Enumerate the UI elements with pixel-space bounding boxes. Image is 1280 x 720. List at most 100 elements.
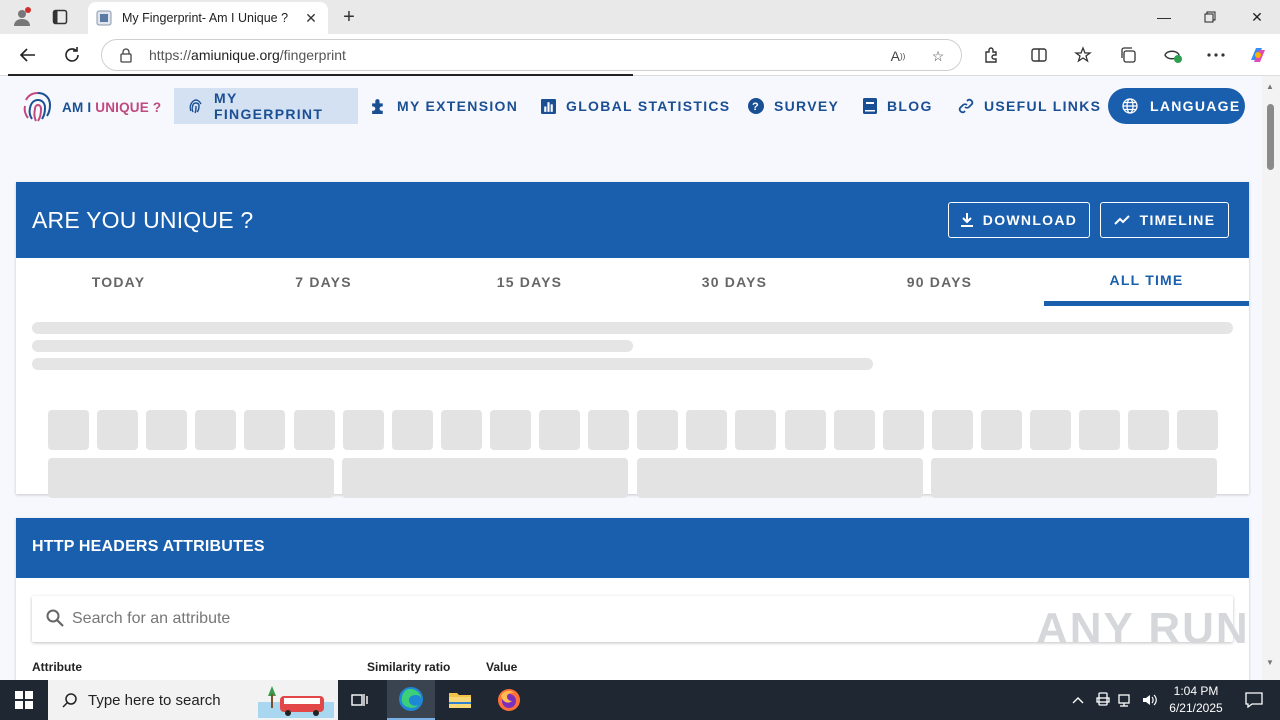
volume-icon[interactable] — [1140, 690, 1160, 710]
scroll-down-arrow-icon[interactable]: ▼ — [1266, 658, 1274, 667]
tab-7-days[interactable]: 7 DAYS — [221, 258, 426, 306]
card-header: ARE YOU UNIQUE ? DOWNLOAD TIMELINE — [16, 182, 1249, 258]
close-window-icon[interactable]: ✕ — [1234, 0, 1280, 34]
search-placeholder: Search for an attribute — [72, 610, 231, 627]
skeleton-square — [882, 410, 924, 450]
back-icon[interactable] — [14, 42, 42, 68]
help-circle-icon: ? — [748, 98, 764, 114]
column-header-attribute[interactable]: Attribute — [32, 660, 82, 674]
start-windows-icon[interactable] — [0, 680, 48, 720]
link-icon — [958, 98, 974, 114]
site-favicon-icon — [96, 10, 112, 26]
page-scrollbar[interactable]: ▲ ▼ — [1262, 76, 1280, 680]
tab-close-icon[interactable]: ✕ — [302, 10, 320, 27]
book-icon — [863, 98, 877, 114]
skeleton-square — [735, 410, 777, 450]
column-header-similarity[interactable]: Similarity ratio — [367, 660, 450, 674]
skeleton-block — [637, 458, 923, 498]
card-header: HTTP HEADERS ATTRIBUTES — [16, 518, 1249, 578]
skeleton-square — [637, 410, 679, 450]
taskbar-search-box[interactable]: Type here to search — [48, 680, 338, 720]
skeleton-square — [686, 410, 728, 450]
search-icon — [62, 692, 78, 708]
tray-chevron-up-icon[interactable] — [1068, 690, 1088, 710]
nav-label: USEFUL LINKS — [984, 98, 1102, 114]
skeleton-line — [32, 340, 633, 352]
clock-date: 6/21/2025 — [1169, 701, 1223, 715]
browser-tab-active[interactable]: My Fingerprint- Am I Unique ? ✕ — [88, 2, 328, 34]
column-header-value[interactable]: Value — [486, 660, 517, 674]
skeleton-square — [48, 410, 89, 450]
skeleton-square — [931, 410, 973, 450]
browser-tab-strip: My Fingerprint- Am I Unique ? ✕ + — ✕ — [0, 0, 1280, 34]
firefox-icon[interactable] — [485, 680, 533, 720]
tab-90-days[interactable]: 90 DAYS — [837, 258, 1042, 306]
puzzle-icon — [370, 98, 387, 115]
nav-label: MY FINGERPRINT — [214, 90, 324, 122]
period-tabs: TODAY 7 DAYS 15 DAYS 30 DAYS 90 DAYS ALL… — [16, 258, 1249, 306]
address-bar[interactable]: https://amiunique.org/fingerprint A)) ☆ — [101, 39, 962, 71]
fingerprint-icon — [188, 98, 204, 114]
nav-label: MY EXTENSION — [397, 98, 519, 114]
tab-actions-icon[interactable] — [48, 6, 72, 28]
card-title: ARE YOU UNIQUE ? — [32, 207, 254, 233]
favorite-star-icon[interactable]: ☆ — [928, 46, 948, 66]
tab-all-time[interactable]: ALL TIME — [1044, 258, 1249, 306]
extensions-icon[interactable] — [979, 43, 1003, 67]
nav-blog[interactable]: BLOG — [849, 88, 947, 124]
nav-useful-links[interactable]: USEFUL LINKS — [944, 88, 1115, 124]
collections-icon[interactable] — [1116, 43, 1140, 67]
timeline-button[interactable]: TIMELINE — [1100, 202, 1229, 238]
split-screen-icon[interactable] — [1027, 43, 1051, 67]
skeleton-square — [1079, 410, 1121, 450]
refresh-icon[interactable] — [58, 42, 86, 68]
scroll-up-arrow-icon[interactable]: ▲ — [1266, 82, 1274, 91]
download-button[interactable]: DOWNLOAD — [948, 202, 1090, 238]
more-menu-icon[interactable] — [1204, 43, 1228, 67]
tray-device-icon[interactable] — [1093, 690, 1113, 710]
site-info-icon[interactable] — [118, 47, 134, 68]
edge-taskbar-icon[interactable] — [387, 680, 435, 720]
search-highlight-illustration-icon — [258, 686, 334, 718]
skeleton-square — [391, 410, 433, 450]
new-tab-icon[interactable]: + — [338, 6, 360, 28]
nav-my-extension[interactable]: MY EXTENSION — [356, 88, 532, 124]
http-headers-card: HTTP HEADERS ATTRIBUTES Search for an at… — [16, 518, 1249, 680]
skeleton-line — [32, 322, 1233, 334]
nav-survey[interactable]: ? SURVEY — [734, 88, 853, 124]
minimize-icon[interactable]: — — [1141, 0, 1187, 34]
skeleton-square — [195, 410, 237, 450]
windows-taskbar: Type here to search 1:04 PM 6/21/2025 — [0, 680, 1280, 720]
network-icon[interactable] — [1116, 690, 1136, 710]
nav-global-statistics[interactable]: GLOBAL STATISTICS — [527, 88, 744, 124]
nav-label: GLOBAL STATISTICS — [566, 98, 731, 114]
scroll-thumb[interactable] — [1267, 104, 1274, 170]
site-logo[interactable]: AM I UNIQUE ? — [20, 88, 161, 126]
fingerprint-logo-icon — [23, 92, 52, 122]
tab-today[interactable]: TODAY — [16, 258, 221, 306]
language-button[interactable]: LANGUAGE — [1108, 88, 1245, 124]
taskbar-clock[interactable]: 1:04 PM 6/21/2025 — [1162, 683, 1230, 717]
bar-chart-icon — [541, 98, 556, 114]
nav-my-fingerprint[interactable]: MY FINGERPRINT — [174, 88, 358, 124]
skeleton-block — [931, 458, 1217, 498]
tab-30-days[interactable]: 30 DAYS — [632, 258, 837, 306]
trending-icon — [1113, 215, 1130, 225]
download-icon — [960, 213, 973, 227]
read-aloud-icon[interactable]: A)) — [888, 46, 908, 66]
copilot-icon[interactable] — [1246, 43, 1270, 67]
globe-icon — [1122, 98, 1138, 114]
skeleton-square — [588, 410, 630, 450]
tab-title: My Fingerprint- Am I Unique ? — [122, 11, 289, 25]
tab-15-days[interactable]: 15 DAYS — [427, 258, 632, 306]
restore-icon[interactable] — [1187, 0, 1233, 34]
clock-time: 1:04 PM — [1173, 684, 1219, 698]
notification-icon[interactable] — [1234, 680, 1274, 720]
favorites-icon[interactable] — [1071, 43, 1095, 67]
task-view-icon[interactable] — [336, 680, 384, 720]
profile-icon[interactable] — [8, 4, 36, 30]
browser-essentials-icon[interactable] — [1161, 43, 1185, 67]
file-explorer-icon[interactable] — [436, 680, 484, 720]
skeleton-square — [293, 410, 335, 450]
skeleton-square — [1030, 410, 1071, 450]
